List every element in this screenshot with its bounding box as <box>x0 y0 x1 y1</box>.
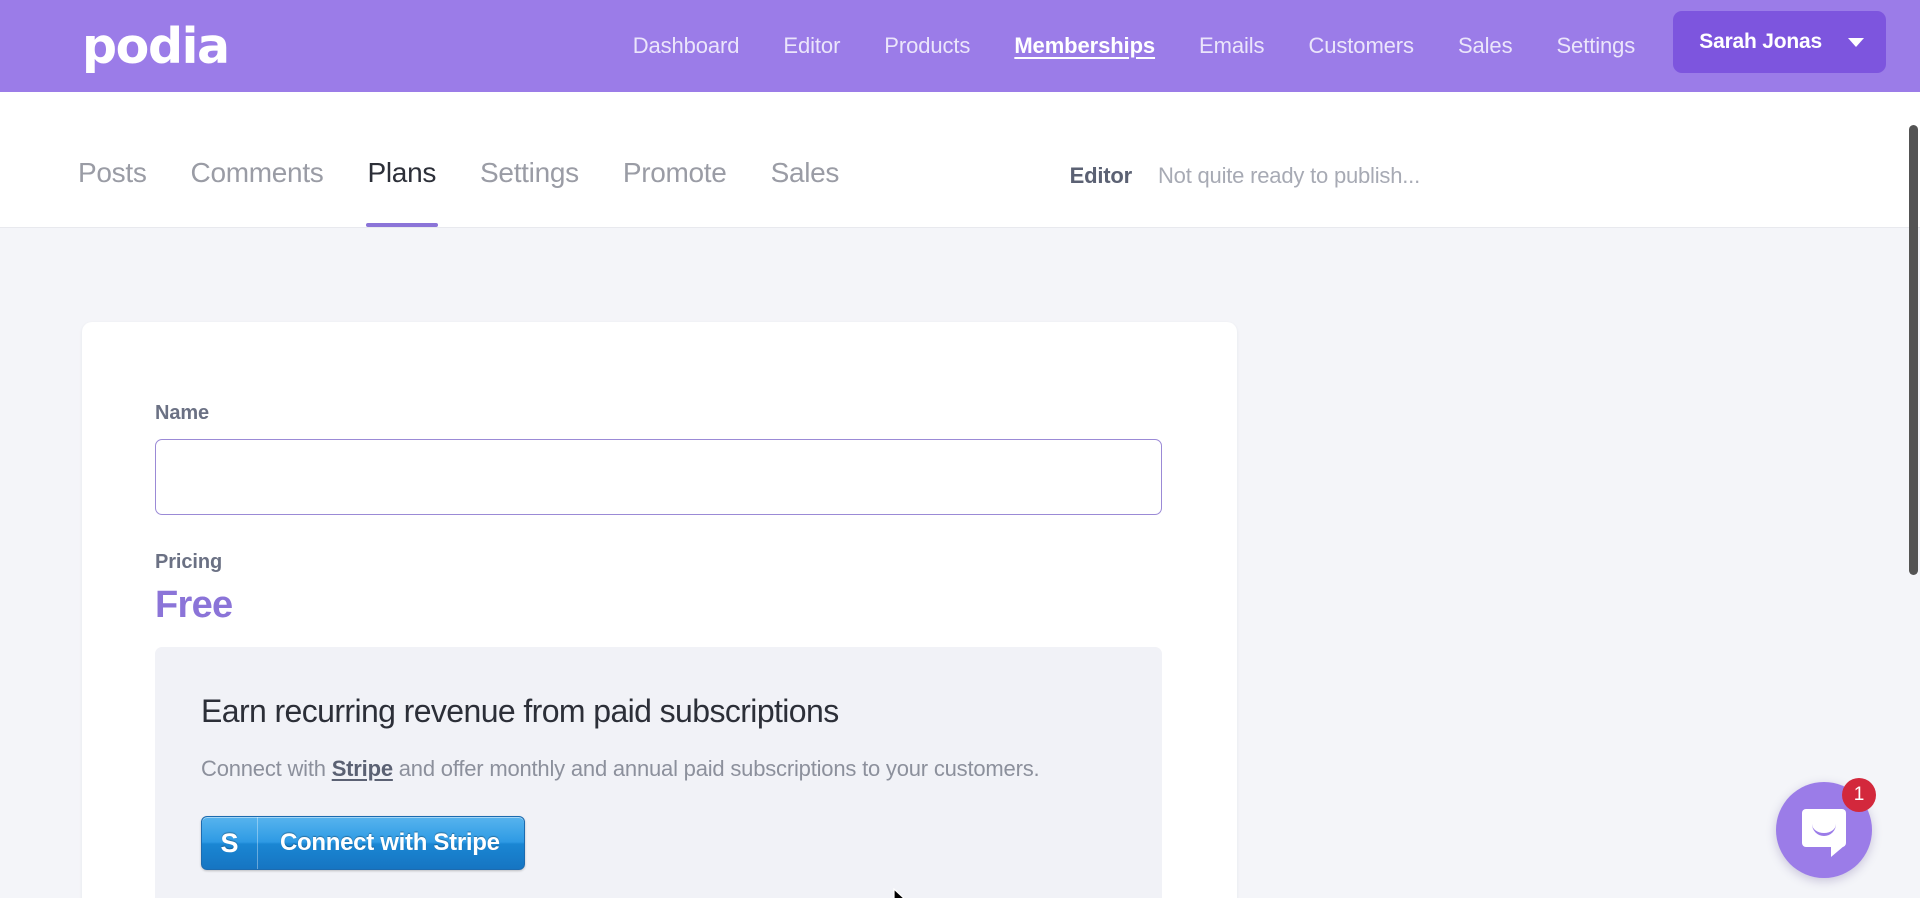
pricing-value: Free <box>155 584 233 626</box>
plan-name-input[interactable] <box>155 439 1162 515</box>
podia-logo[interactable]: podia <box>82 22 230 71</box>
page-scrollbar-thumb[interactable] <box>1909 125 1918 575</box>
tab-posts[interactable]: Posts <box>78 157 147 227</box>
editor-link[interactable]: Editor <box>1070 163 1133 189</box>
tab-comments[interactable]: Comments <box>191 157 324 227</box>
plan-form: Name Pricing Free Earn recurring revenue… <box>82 322 1237 898</box>
promo-description-suffix: and offer monthly and annual paid subscr… <box>392 756 1040 781</box>
smile-icon <box>1812 824 1836 836</box>
promo-description-prefix: Connect with <box>201 756 332 781</box>
tab-plans[interactable]: Plans <box>365 157 438 227</box>
nav-link-settings[interactable]: Settings <box>1556 33 1635 59</box>
nav-link-products[interactable]: Products <box>884 33 970 59</box>
plan-editor-card: Name Pricing Free Earn recurring revenue… <box>82 322 1237 898</box>
user-menu-button[interactable]: Sarah Jonas <box>1673 11 1886 73</box>
publish-status-text: Not quite ready to publish... <box>1157 163 1420 188</box>
connect-with-stripe-label: Connect with Stripe <box>280 829 500 856</box>
pricing-field-label: Pricing <box>155 551 223 573</box>
intercom-launcher-button[interactable]: 1 <box>1776 778 1876 878</box>
connect-with-stripe-button[interactable]: S Connect with Stripe <box>201 816 525 870</box>
top-navigation-bar: podia Dashboard Editor Products Membersh… <box>0 0 1920 92</box>
product-tab-bar: Posts Comments Plans Settings Promote Sa… <box>0 92 1920 228</box>
user-name-label: Sarah Jonas <box>1699 30 1822 53</box>
primary-nav: Dashboard Editor Products Memberships Em… <box>633 33 1636 59</box>
tab-list: Posts Comments Plans Settings Promote Sa… <box>78 157 883 227</box>
stripe-promo-box: Earn recurring revenue from paid subscri… <box>155 647 1162 898</box>
name-field-label: Name <box>155 402 210 424</box>
stripe-logo-icon: S <box>202 817 258 869</box>
chevron-down-icon <box>1848 37 1864 47</box>
tab-sales[interactable]: Sales <box>771 157 840 227</box>
stripe-inline-link[interactable]: Stripe <box>332 756 393 781</box>
nav-link-sales[interactable]: Sales <box>1458 33 1513 59</box>
nav-link-dashboard[interactable]: Dashboard <box>633 33 740 59</box>
promo-title: Earn recurring revenue from paid subscri… <box>201 693 839 729</box>
nav-link-customers[interactable]: Customers <box>1308 33 1414 59</box>
nav-link-emails[interactable]: Emails <box>1199 33 1265 59</box>
tab-promote[interactable]: Promote <box>623 157 727 227</box>
chat-bubble-icon <box>1802 809 1846 857</box>
nav-link-memberships[interactable]: Memberships <box>1014 33 1155 59</box>
main-content-area: Name Pricing Free Earn recurring revenue… <box>0 228 1920 898</box>
page-scrollbar[interactable] <box>1907 0 1920 898</box>
tab-settings[interactable]: Settings <box>480 157 579 227</box>
intercom-unread-badge: 1 <box>1842 778 1876 812</box>
promo-description: Connect with Stripe and offer monthly an… <box>201 756 1116 782</box>
tab-bar-actions: Editor Not quite ready to publish... <box>1070 163 1920 227</box>
nav-link-editor[interactable]: Editor <box>783 33 840 59</box>
